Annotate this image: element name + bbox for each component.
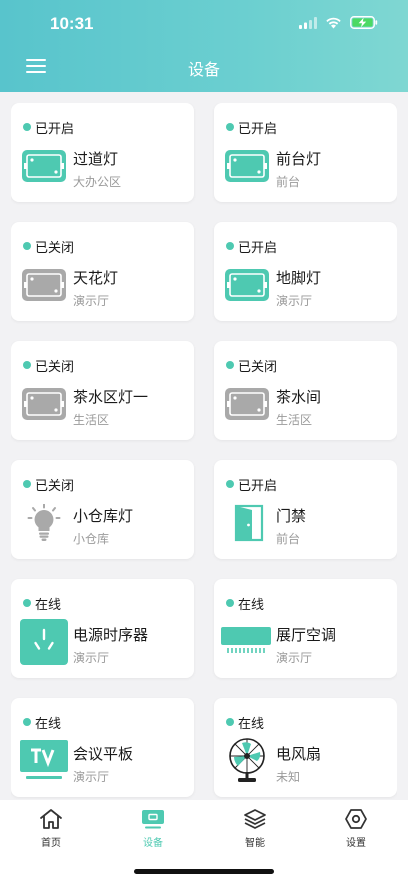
device-card[interactable]: 在线 会议平板 演示厅 [11,698,194,797]
device-state: 在线 [35,717,62,732]
status-dot [226,242,234,250]
tab-home[interactable]: 首页 [21,808,81,854]
device-name: 过道灯 [73,150,119,168]
status-dot [23,718,31,726]
device-card[interactable]: 已关闭 小仓库灯 小仓库 [11,460,194,559]
device-name: 前台灯 [276,150,322,168]
status-dot [226,480,234,488]
tab-label: 设置 [346,838,366,849]
device-grid: 已开启 过道灯 大办公区 已开启 前台灯 前台 已关闭 天花灯 演示厅 已开启 … [11,103,397,799]
status-bar: 10:31 [0,0,408,46]
status-dot [23,480,31,488]
strip-light-off-icon [20,385,68,423]
device-name: 小仓库灯 [73,507,134,525]
device-name: 茶水区灯一 [73,388,149,406]
home-icon [40,809,62,829]
signal-icon [299,16,317,29]
device-card[interactable]: 在线 电风扇 未知 [214,698,397,797]
device-name: 地脚灯 [276,269,322,287]
battery-charging-icon [350,16,378,29]
device-location: 生活区 [276,413,313,427]
device-location: 大办公区 [73,175,122,189]
status-icons [299,16,378,29]
device-card[interactable]: 已关闭 茶水区灯一 生活区 [11,341,194,440]
device-card[interactable]: 已关闭 天花灯 演示厅 [11,222,194,321]
strip-light-on-icon [223,266,271,304]
device-name: 电源时序器 [73,626,149,644]
status-dot [226,718,234,726]
air-conditioner-icon [221,627,271,653]
device-state: 已开启 [238,479,278,494]
tab-settings[interactable]: 设置 [326,808,386,854]
device-name: 天花灯 [73,269,119,287]
device-state: 已关闭 [35,241,75,256]
status-dot [23,242,31,250]
tv-icon [20,740,68,779]
status-dot [23,599,31,607]
device-name: 电风扇 [276,745,322,763]
hexagon-settings-icon [345,809,367,829]
device-card[interactable]: 已关闭 茶水间 生活区 [214,341,397,440]
wifi-icon [326,17,341,28]
status-dot [23,361,31,369]
device-name: 展厅空调 [276,626,337,644]
strip-light-off-icon [20,266,68,304]
device-location: 演示厅 [276,651,313,665]
device-state: 已关闭 [35,479,75,494]
device-location: 演示厅 [276,294,313,308]
light-bulb-icon [27,504,61,541]
device-card[interactable]: 在线 电源时序器 演示厅 [11,579,194,678]
device-location: 生活区 [73,413,110,427]
device-state: 已开启 [35,122,75,137]
device-location: 演示厅 [73,294,110,308]
device-location: 演示厅 [73,651,110,665]
strip-light-on-icon [20,147,68,185]
power-socket-icon [20,619,68,665]
device-state: 已关闭 [238,360,278,375]
device-location: 演示厅 [73,770,110,784]
device-name: 茶水间 [276,388,322,406]
home-indicator [134,869,274,874]
device-card[interactable]: 已开启 前台灯 前台 [214,103,397,202]
device-location: 前台 [276,532,301,546]
tab-label: 设备 [143,838,163,849]
device-state: 已关闭 [35,360,75,375]
device-name: 门禁 [276,507,307,525]
device-card[interactable]: 在线 展厅空调 演示厅 [214,579,397,678]
device-state: 已开启 [238,241,278,256]
door-icon [234,504,264,542]
tab-label: 首页 [41,838,61,849]
status-dot [226,123,234,131]
tab-label: 智能 [245,838,265,849]
device-card[interactable]: 已开启 门禁 前台 [214,460,397,559]
device-location: 未知 [276,770,301,784]
status-time: 10:31 [50,14,94,33]
device-state: 已开启 [238,122,278,137]
device-icon [142,810,164,829]
device-state: 在线 [238,717,265,732]
status-dot [226,599,234,607]
device-card[interactable]: 已开启 过道灯 大办公区 [11,103,194,202]
nav-bar: 设备 [0,46,408,88]
device-state: 在线 [35,598,62,613]
page-title: 设备 [187,60,220,79]
status-dot [226,361,234,369]
tab-device[interactable]: 设备 [123,808,183,854]
status-dot [23,123,31,131]
layers-icon [244,809,266,829]
fan-icon [229,738,265,782]
header: 10:31 设备 [0,0,408,92]
tab-smart[interactable]: 智能 [225,808,285,854]
device-location: 前台 [276,175,301,189]
strip-light-on-icon [223,147,271,185]
device-location: 小仓库 [73,532,110,546]
device-name: 会议平板 [73,745,134,763]
device-state: 在线 [238,598,265,613]
strip-light-off-icon [223,385,271,423]
device-card[interactable]: 已开启 地脚灯 演示厅 [214,222,397,321]
